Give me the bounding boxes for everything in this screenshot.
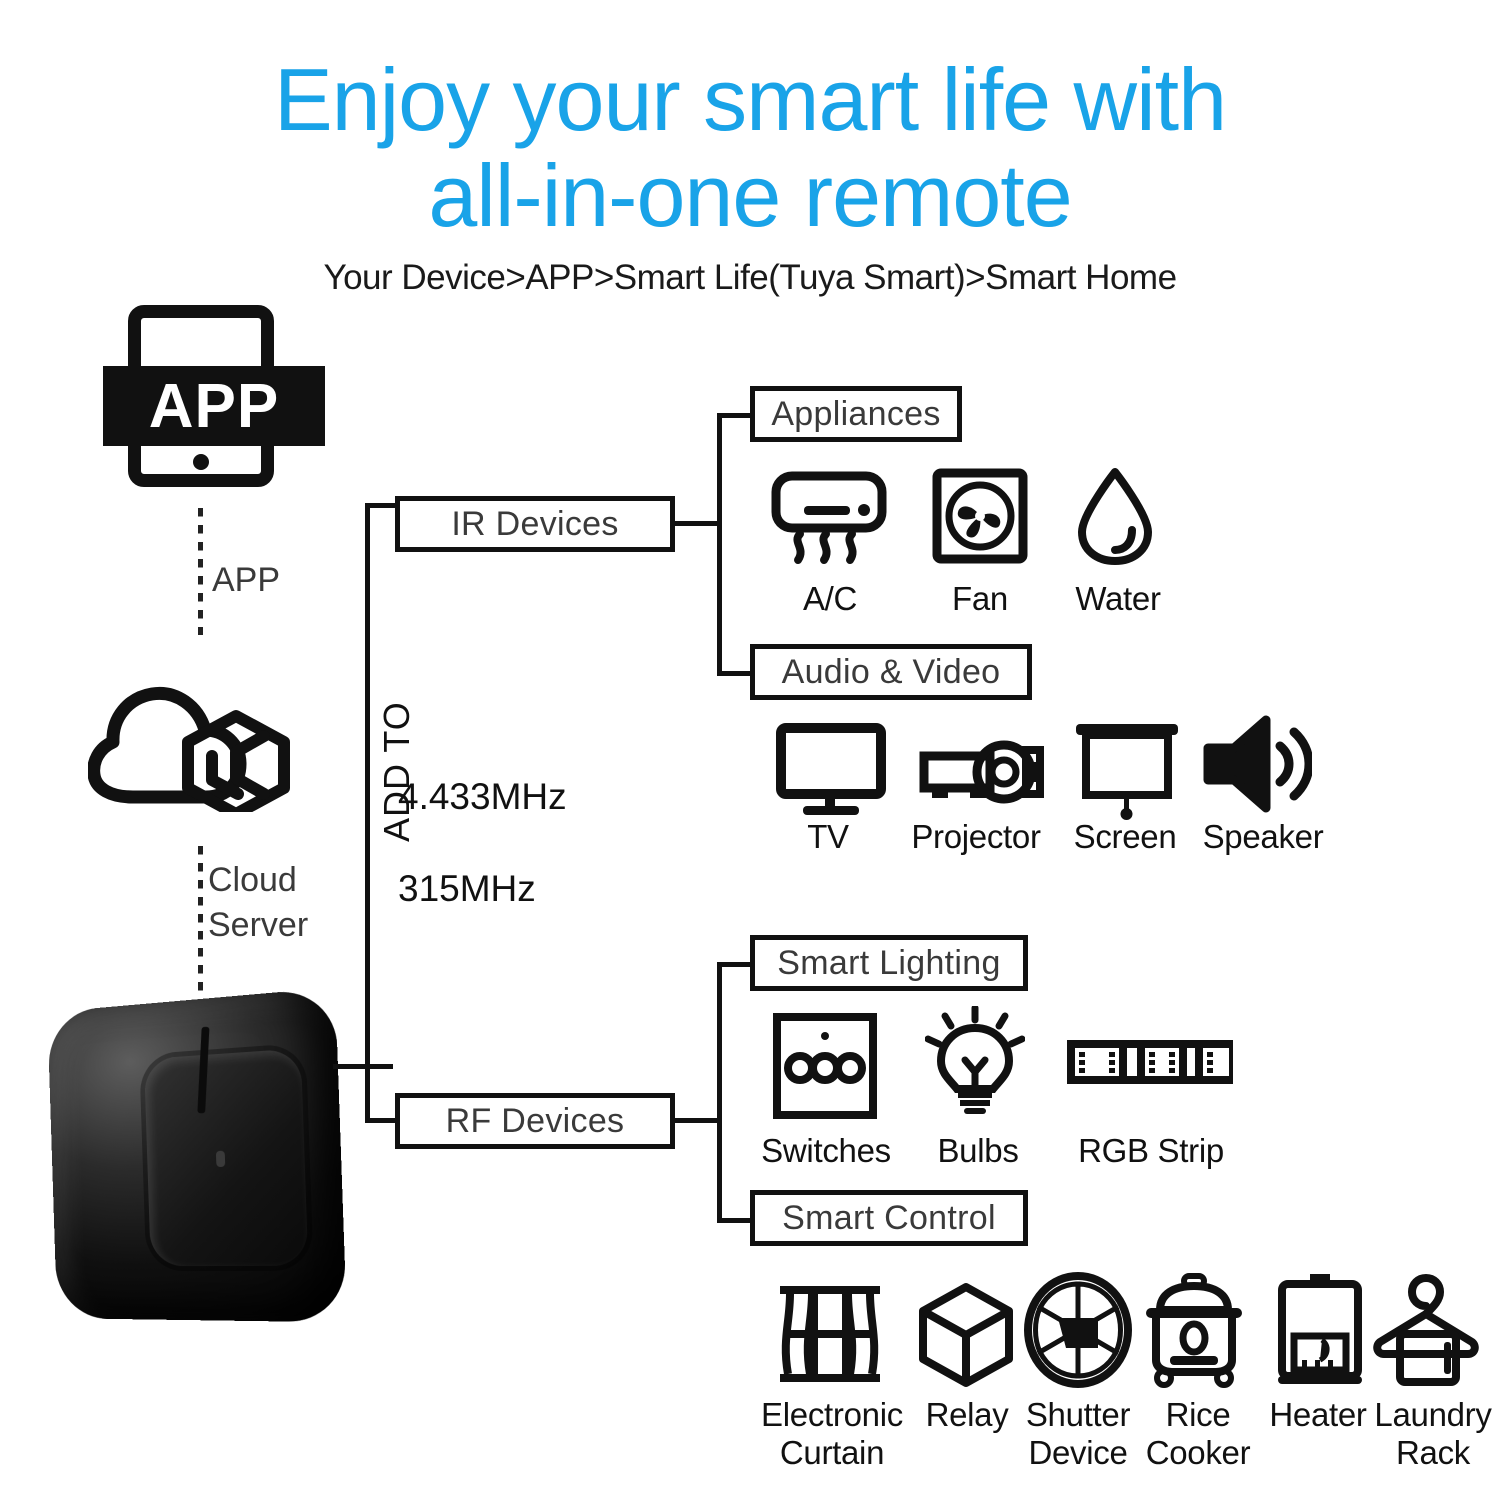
icon-tile-switches [772,1012,878,1120]
connector-trunk-vertical [365,503,370,1123]
icon-label-relay-line1: Relay [925,1396,1009,1433]
icon-label-curtain: Electronic Curtain [748,1396,916,1472]
icon-tile-projector [918,730,1046,810]
app-icon-label: APP [103,366,325,446]
icon-label-speaker: Speaker [1202,818,1324,855]
icon-tile-screen [1072,718,1182,822]
frequency-label: 4.433MHz 315MHz [398,728,567,958]
icon-label-fan: Fan [952,580,1008,617]
connector-ir-vertical [717,413,722,676]
icon-label-heater-line1: Heater [1269,1396,1367,1433]
icon-label-relay: Relay [908,1396,1026,1434]
icon-tile-curtain [776,1282,884,1386]
node-audio-video-label: Audio & Video [781,652,1001,691]
icon-label-curtain-line1: Electronic [761,1396,903,1433]
frequency-line2: 315MHz [398,868,536,909]
icon-label-rice-cooker: Rice Cooker [1134,1396,1262,1472]
connector-rf-lighting [717,962,753,967]
icon-tile-shutter [1022,1272,1134,1388]
cloud-server-label-line2: Server [208,906,309,944]
ir-rf-remote-device [40,987,347,1323]
icon-label-laundry-rack-line1: Laundry [1374,1396,1492,1433]
icon-label-shutter-line2: Device [1028,1434,1128,1471]
icon-label-ac: A/C [802,580,858,617]
cloud-server-icon [88,672,298,812]
app-phone-icon: APP [103,305,325,487]
icon-label-rgb-strip: RGB Strip [1078,1132,1224,1169]
icon-label-bulbs: Bulbs [937,1132,1019,1169]
dotted-connector-app-cloud [198,500,203,635]
icon-label-screen: Screen [1073,818,1177,855]
icon-tile-rgb-strip [1065,1032,1235,1092]
cloud-server-label: Cloud Server [208,858,408,948]
icon-label-rice-cooker-line1: Rice [1165,1396,1231,1433]
icon-label-heater: Heater [1256,1396,1380,1434]
node-smart-lighting-label: Smart Lighting [777,943,1001,982]
icon-tile-rice-cooker [1138,1272,1250,1388]
icon-tile-bulbs [925,1006,1025,1122]
icon-label-tv: TV [807,818,849,855]
connector-device-trunk [333,1064,393,1069]
cloud-server-label-line1: Cloud [208,861,297,899]
icon-label-rice-cooker-line2: Cooker [1145,1434,1251,1471]
connector-ir-audiovideo [717,671,753,676]
subtitle-breadcrumb: Your Device>APP>Smart Life(Tuya Smart)>S… [323,258,1177,297]
icon-label-switches: Switches [761,1132,891,1169]
icon-label-laundry-rack: Laundry Rack [1366,1396,1500,1472]
icon-tile-relay [916,1282,1016,1388]
icon-tile-heater [1272,1272,1368,1390]
connector-rf-vertical [717,962,722,1222]
icon-tile-ac [770,468,888,568]
connector-ir-appliances [717,413,753,418]
page-title: Enjoy your smart life with all-in-one re… [273,50,1227,245]
icon-tile-speaker [1200,714,1312,814]
icon-label-water: Water [1075,580,1161,617]
node-smart-control-label: Smart Control [782,1198,996,1237]
node-rf-devices-label: RF Devices [445,1101,625,1140]
icon-label-shutter: Shutter Device [1014,1396,1142,1472]
icon-label-shutter-line1: Shutter [1025,1396,1131,1433]
connector-ir-out [675,521,722,526]
icon-tile-laundry-rack [1370,1272,1482,1388]
dotted-connector-cloud-remote [198,845,203,1000]
app-link-label: APP [212,561,281,599]
connector-rf-out [675,1118,722,1123]
icon-tile-water [1070,466,1160,566]
node-appliances-label: Appliances [771,394,941,433]
icon-label-laundry-rack-line2: Rack [1396,1434,1470,1471]
node-rf-devices[interactable]: RF Devices [395,1093,675,1149]
frequency-line1: 4.433MHz [398,776,567,817]
node-audio-video[interactable]: Audio & Video [750,644,1032,700]
node-ir-devices[interactable]: IR Devices [395,496,675,552]
icon-label-curtain-line2: Curtain [779,1434,885,1471]
icon-tile-tv [775,722,887,818]
node-appliances[interactable]: Appliances [750,386,962,442]
node-smart-lighting[interactable]: Smart Lighting [750,935,1028,991]
infographic-canvas: Enjoy your smart life with all-in-one re… [0,0,1500,1500]
icon-tile-fan [932,468,1028,564]
icon-label-projector: Projector [911,818,1041,855]
node-ir-devices-label: IR Devices [451,504,619,543]
node-smart-control[interactable]: Smart Control [750,1190,1028,1246]
connector-rf-control [717,1218,753,1223]
